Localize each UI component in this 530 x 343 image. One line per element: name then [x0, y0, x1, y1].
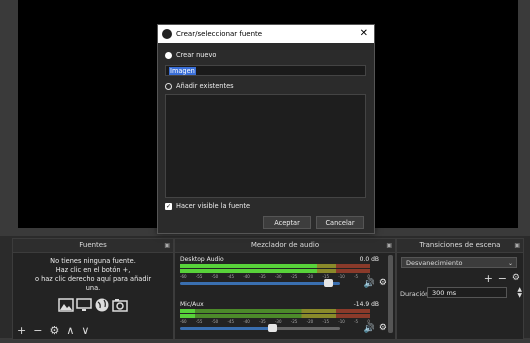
close-icon[interactable]: ✕ — [360, 25, 368, 43]
meter-fill — [180, 314, 196, 318]
duration-input[interactable]: 300 ms — [427, 287, 507, 298]
remove-source-button[interactable]: − — [33, 324, 42, 337]
transitions-dock-title: Transiciones de escena ▣ — [397, 239, 523, 253]
empty-line-2: Haz clic en el botón +, — [55, 266, 131, 274]
chevron-down-icon: ⌄ — [507, 260, 513, 267]
level-meter — [180, 314, 370, 318]
make-visible-label[interactable]: Hacer visible la fuente — [176, 202, 250, 210]
add-existing-label[interactable]: Añadir existentes — [176, 82, 234, 90]
volume-knob[interactable] — [267, 324, 277, 332]
scale-tick-label: -60 — [180, 274, 187, 279]
track-name: Mic/Aux — [180, 301, 204, 308]
scale-tick-label: -45 — [227, 274, 235, 279]
create-source-dialog: Crear/seleccionar fuente ✕ Crear nuevo I… — [157, 24, 375, 234]
globe-icon — [95, 298, 109, 312]
scale-tick-label: -15 — [322, 319, 329, 324]
scale-tick-label: -50 — [211, 274, 219, 279]
source-name-value: Imagen — [169, 67, 196, 75]
scale-tick-label: -50 — [211, 319, 219, 324]
make-visible-checkbox[interactable]: ✓ — [165, 203, 172, 210]
duration-label: Duración — [400, 290, 430, 298]
empty-line-1: No tienes ninguna fuente. — [50, 257, 136, 265]
existing-sources-list[interactable] — [165, 94, 366, 198]
gear-icon[interactable]: ⚙ — [379, 278, 387, 288]
float-dock-icon[interactable]: ▣ — [164, 239, 170, 252]
scale-tick-label: -40 — [243, 274, 250, 279]
cancel-button[interactable]: Cancelar — [316, 216, 364, 229]
speaker-icon[interactable]: 🔊 — [364, 324, 375, 334]
sources-title: Fuentes — [79, 241, 107, 249]
meter-fill — [180, 264, 317, 268]
mixer-track-desktop: Desktop Audio 0.0 dB -60 -55 -50 -45 -40 -35 -… — [175, 253, 395, 298]
scale-tick-label: -35 — [259, 319, 266, 324]
transition-select[interactable]: Desvanecimiento ⌄ — [401, 257, 517, 268]
empty-line-4: una. — [85, 284, 101, 292]
create-new-radio[interactable] — [165, 52, 172, 59]
scale-tick-label: -5 — [354, 319, 359, 324]
image-icon — [58, 298, 74, 312]
add-source-button[interactable]: + — [17, 324, 26, 337]
speaker-icon[interactable]: 🔊 — [364, 279, 375, 289]
volume-slider[interactable] — [180, 324, 340, 332]
audio-mixer-dock: Mezclador de audio ▣ Desktop Audio 0.0 dB… — [174, 238, 396, 340]
scale-tick-label: -45 — [227, 319, 235, 324]
scale-tick-label: -55 — [195, 319, 203, 324]
remove-transition-button[interactable]: − — [498, 272, 507, 285]
scale-tick-label: -10 — [338, 274, 345, 279]
add-existing-radio[interactable] — [165, 83, 172, 90]
source-name-input[interactable]: Imagen — [165, 65, 366, 76]
float-dock-icon[interactable]: ▣ — [386, 239, 392, 252]
source-type-icons — [13, 297, 173, 313]
sources-dock-title: Fuentes ▣ — [13, 239, 173, 253]
meter-fill — [180, 309, 196, 313]
track-db: -14.9 dB — [353, 301, 379, 308]
accept-button[interactable]: Aceptar — [263, 216, 311, 229]
scale-tick-label: -35 — [259, 274, 266, 279]
transitions-title: Transiciones de escena — [419, 241, 501, 249]
scale-tick-label: -30 — [274, 274, 282, 279]
scale-tick-label: -20 — [306, 274, 314, 279]
float-dock-icon[interactable]: ▣ — [514, 239, 520, 252]
transition-value: Desvanecimiento — [406, 259, 463, 267]
gear-icon[interactable]: ⚙ — [379, 323, 387, 333]
scale-tick-label: -5 — [354, 274, 359, 279]
source-properties-gear-icon[interactable]: ⚙ — [49, 324, 59, 337]
transitions-dock: Transiciones de escena ▣ Desvanecimiento ⌄… — [396, 238, 524, 340]
scale-tick-label: -25 — [290, 319, 298, 324]
duration-spinner[interactable]: ▲ ▼ — [517, 287, 522, 299]
mixer-title: Mezclador de audio — [250, 241, 320, 249]
scale-tick-label: -60 — [180, 319, 187, 324]
mixer-scrollbar[interactable] — [388, 255, 393, 333]
scale-tick-label: -25 — [290, 274, 298, 279]
scale-tick-label: -20 — [306, 319, 314, 324]
create-new-label[interactable]: Crear nuevo — [176, 51, 216, 59]
level-meter — [180, 269, 370, 273]
scale-tick-label: -40 — [243, 319, 250, 324]
mixer-track-mic: Mic/Aux -14.9 dB -60 -55 -50 -45 -40 -35 -30 -2… — [175, 298, 395, 343]
monitor-icon — [76, 298, 92, 311]
dialog-titlebar: Crear/seleccionar fuente ✕ — [158, 25, 374, 43]
add-transition-button[interactable]: + — [484, 272, 493, 285]
scale-tick-label: -10 — [338, 319, 345, 324]
sources-empty-message[interactable]: No tienes ninguna fuente. Haz clic en el… — [13, 253, 173, 313]
track-db: 0.0 dB — [359, 256, 379, 263]
track-name: Desktop Audio — [180, 256, 224, 263]
mixer-dock-title: Mezclador de audio ▣ — [175, 239, 395, 253]
sources-dock: Fuentes ▣ No tienes ninguna fuente. Haz c… — [12, 238, 174, 340]
move-up-icon[interactable]: ∧ — [66, 324, 74, 337]
camera-icon — [112, 299, 128, 312]
volume-knob[interactable] — [323, 279, 333, 287]
volume-slider[interactable] — [180, 279, 340, 287]
level-meter — [180, 264, 370, 268]
level-meter — [180, 309, 370, 313]
transition-gear-icon[interactable]: ⚙ — [512, 273, 520, 283]
meter-fill — [180, 269, 317, 273]
sources-toolbar: + − ⚙ ∧ ∨ — [17, 324, 89, 337]
move-down-icon[interactable]: ∨ — [81, 324, 89, 337]
scale-tick-label: -55 — [195, 274, 203, 279]
obs-logo-icon — [162, 29, 172, 39]
meter-scale: -60 -55 -50 -45 -40 -35 -30 -25 -20 -15 -10 -5 0 — [180, 274, 370, 279]
dialog-title: Crear/seleccionar fuente — [176, 30, 263, 38]
empty-line-3: o haz clic derecho aquí para añadir — [34, 275, 152, 283]
